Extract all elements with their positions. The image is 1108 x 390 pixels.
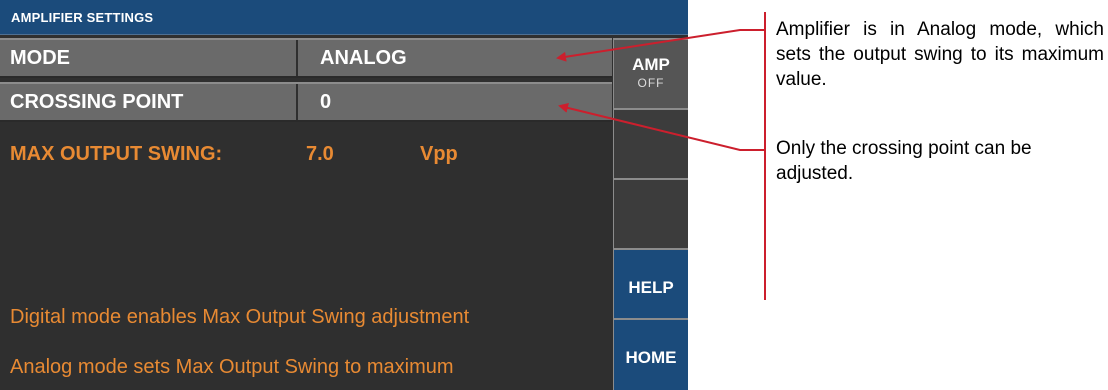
home-button-label: HOME bbox=[625, 348, 677, 367]
digital-mode-note: Digital mode enables Max Output Swing ad… bbox=[10, 306, 470, 328]
mode-row[interactable]: MODE ANALOG bbox=[0, 38, 612, 78]
amp-state-label: OFF bbox=[637, 76, 665, 90]
home-button[interactable]: HOME bbox=[613, 318, 688, 390]
mode-value[interactable]: ANALOG bbox=[300, 40, 407, 76]
max-output-swing-unit: Vpp bbox=[420, 143, 458, 165]
mode-label: MODE bbox=[0, 40, 298, 76]
amp-button-label: AMP bbox=[632, 55, 670, 74]
help-button-label: HELP bbox=[628, 278, 674, 297]
max-output-swing-value: 7.0 bbox=[306, 143, 334, 165]
crossing-point-label: CROSSING POINT bbox=[0, 84, 298, 120]
analog-mode-note: Analog mode sets Max Output Swing to max… bbox=[10, 356, 454, 378]
side-button-blank-2[interactable] bbox=[613, 178, 688, 248]
max-output-swing-label: MAX OUTPUT SWING: bbox=[10, 143, 223, 165]
amplifier-settings-screen: AMPLIFIER SETTINGS MODE ANALOG CROSSING … bbox=[0, 0, 688, 390]
side-button-blank-1[interactable] bbox=[613, 108, 688, 178]
amp-toggle-button[interactable]: AMP OFF bbox=[613, 38, 688, 108]
callout-crossing-point: Only the crossing point can be adjusted. bbox=[776, 138, 1032, 184]
crossing-point-row[interactable]: CROSSING POINT 0 bbox=[0, 82, 612, 122]
crossing-point-value[interactable]: 0 bbox=[300, 84, 331, 120]
help-button[interactable]: HELP bbox=[613, 248, 688, 318]
page-title: AMPLIFIER SETTINGS bbox=[0, 0, 688, 35]
callout-analog-mode: Amplifier is in Analog mode, which sets … bbox=[776, 19, 1104, 90]
